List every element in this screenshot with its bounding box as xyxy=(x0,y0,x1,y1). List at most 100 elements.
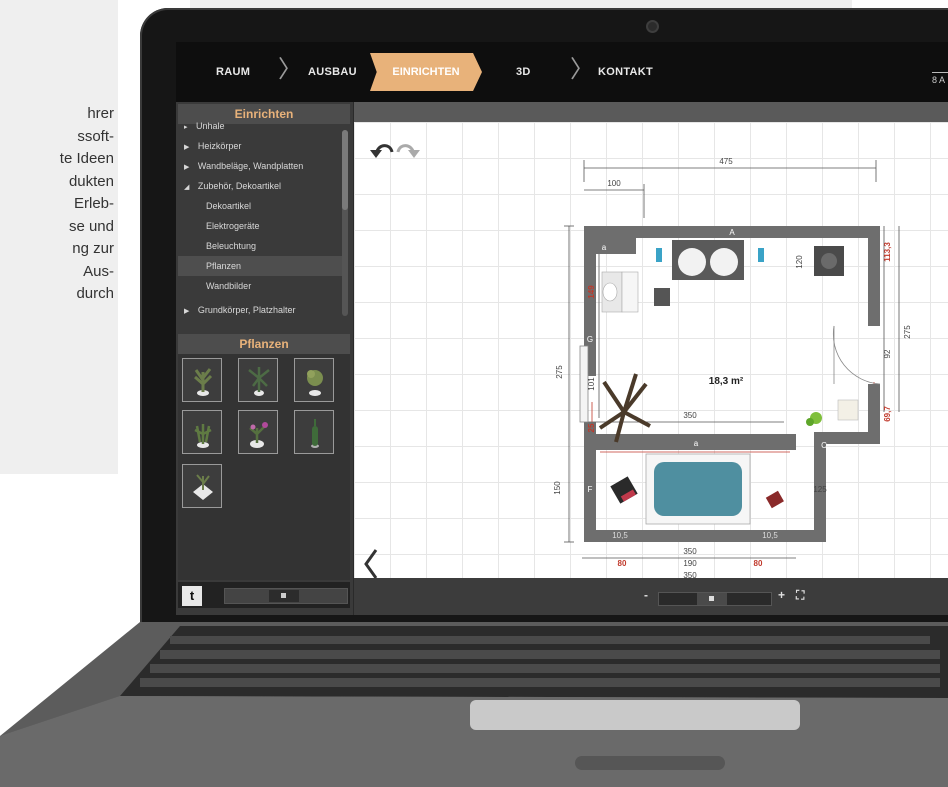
tree-item-beleuchtung[interactable]: Beleuchtung xyxy=(178,236,342,256)
hinge-groove xyxy=(575,756,725,770)
tree-item-heizkoerper[interactable]: ▶ Heizkörper xyxy=(178,136,342,156)
undo-icon[interactable] xyxy=(370,144,394,158)
plant-thumb[interactable] xyxy=(238,358,278,402)
zoom-out-icon[interactable]: - xyxy=(644,588,648,602)
dim-w120: 120 xyxy=(795,255,804,269)
dim-right-275: 275 xyxy=(903,325,912,339)
dim-mid-350: 350 xyxy=(683,411,697,420)
tree-item-unhale[interactable]: ▸ Unhale xyxy=(178,122,342,136)
potted-plant-icon xyxy=(193,474,213,500)
app-screen: RAUM 〉 AUSBAU EINRICHTEN 3D 〉 KONTAKT 8 … xyxy=(176,42,948,615)
dim-right-113: 113,3 xyxy=(883,242,892,262)
zoom-slider[interactable] xyxy=(658,592,772,606)
wall-label-c: C xyxy=(821,441,827,450)
canvas-toolbar: - + ⛶ xyxy=(354,578,948,615)
dim-left-149: 149 xyxy=(587,285,596,299)
thumb-size-slider[interactable] xyxy=(224,588,348,604)
potted-plant-icon xyxy=(248,367,270,396)
nav-step-raum[interactable]: RAUM xyxy=(216,42,250,102)
slider-knob[interactable] xyxy=(269,590,299,602)
dim-left-101: 101 xyxy=(587,377,596,391)
tree-scrollbar[interactable] xyxy=(342,130,348,316)
tree-item-label: Beleuchtung xyxy=(206,241,257,251)
fit-screen-icon[interactable]: ⛶ xyxy=(796,588,804,603)
dim-bot-350b: 350 xyxy=(683,571,697,578)
tree-item-wandbelaege[interactable]: ▶ Wandbeläge, Wandplatten xyxy=(178,156,342,176)
nav-step-kontakt[interactable]: KONTAKT xyxy=(598,42,653,102)
info-line: se und xyxy=(68,217,114,235)
tree-item-label: Dekoartikel xyxy=(206,201,252,211)
floor-plan: 475 100 275 149 101 25 150 113,3 92 275 … xyxy=(364,144,912,578)
tool-t-button[interactable]: t xyxy=(182,586,202,606)
tree-item-wandbilder[interactable]: Wandbilder xyxy=(178,276,342,296)
info-panel: hrer ssoft- te Ideen dukten Erleb- se un… xyxy=(0,0,118,474)
tree-item-label: Heizkörper xyxy=(197,141,242,151)
tree-item-label: Unhale xyxy=(196,122,225,131)
room-area: 18,3 m² xyxy=(709,376,744,387)
palm-plant xyxy=(598,373,651,443)
wall-label-g: G xyxy=(587,335,593,344)
info-line: Erleb- xyxy=(73,195,114,212)
tree-item-label: Zubehör, Dekoartikel xyxy=(197,181,281,191)
nav-step-einrichten-label: EINRICHTEN xyxy=(392,66,460,78)
info-line: ssoft- xyxy=(77,127,114,145)
dim-small-b: 10,5 xyxy=(762,531,778,540)
nav-step-3d[interactable]: 3D xyxy=(516,42,531,102)
potted-plant-icon xyxy=(249,422,268,448)
nav-step-einrichten[interactable]: EINRICHTEN xyxy=(370,53,482,91)
tree-item-zubehoer[interactable]: ◢ Zubehör, Dekoartikel xyxy=(178,176,342,196)
wall-label-f: F xyxy=(588,485,593,494)
tree-item-label: Elektrogeräte xyxy=(206,221,260,231)
nav-right-label: 8 A xyxy=(932,72,948,85)
wall-label-small: a xyxy=(694,439,699,448)
potted-plant-icon xyxy=(194,368,213,396)
plant-thumb[interactable] xyxy=(182,464,222,508)
tree-item-grundkoerper[interactable]: ▶ Grundkörper, Platzhalter xyxy=(178,300,342,320)
dim-top-total: 475 xyxy=(719,157,733,166)
webcam-icon xyxy=(646,20,659,33)
info-line: ng zur xyxy=(72,240,114,257)
dim-small-a: 10,5 xyxy=(612,531,628,540)
tree-item-label: Pflanzen xyxy=(206,261,242,271)
tree-marker: ◢ xyxy=(184,184,190,191)
step-navigation: RAUM 〉 AUSBAU EINRICHTEN 3D 〉 KONTAKT 8 … xyxy=(176,42,948,102)
tree-marker: ▶ xyxy=(184,308,190,315)
dim-bot-350a: 350 xyxy=(683,547,697,556)
zoom-in-icon[interactable]: + xyxy=(778,588,785,602)
chevron-right-icon: 〉 xyxy=(570,56,594,83)
canvas-header xyxy=(354,102,948,122)
sidebar-title: Einrichten xyxy=(178,104,350,124)
dim-left-25: 25 xyxy=(587,423,596,432)
dim-bot-190: 190 xyxy=(683,559,697,568)
dim-r125: 125 xyxy=(813,485,827,494)
dim-right-92: 92 xyxy=(883,349,892,358)
chevron-left-icon[interactable] xyxy=(364,549,378,578)
info-line: te Ideen xyxy=(59,150,114,167)
scrollbar-thumb[interactable] xyxy=(342,130,348,210)
plant-thumb[interactable] xyxy=(238,410,278,454)
potted-plant-icon xyxy=(194,424,212,448)
plant-thumb[interactable] xyxy=(294,358,334,402)
info-line: durch xyxy=(76,285,114,302)
wall-label-a: A xyxy=(729,228,735,237)
plant-thumbnails xyxy=(178,354,350,580)
info-line: Aus- xyxy=(83,262,114,280)
door-swing xyxy=(833,325,881,385)
plant-thumb[interactable] xyxy=(182,410,222,454)
chevron-right-icon: 〉 xyxy=(278,56,302,83)
tree-item-pflanzen[interactable]: Pflanzen xyxy=(178,256,342,276)
nav-step-ausbau[interactable]: AUSBAU xyxy=(308,42,357,102)
dim-bot-80a: 80 xyxy=(618,559,627,568)
dim-top-left: 100 xyxy=(607,179,621,188)
floor-plan-canvas[interactable]: 475 100 275 149 101 25 150 113,3 92 275 … xyxy=(354,122,948,578)
plant-thumb[interactable] xyxy=(182,358,222,402)
plant-thumb[interactable] xyxy=(294,410,334,454)
tree-item-dekoartikel[interactable]: Dekoartikel xyxy=(178,196,342,216)
zoom-knob[interactable] xyxy=(697,593,727,605)
dim-left-275: 275 xyxy=(555,365,564,379)
laptop-base xyxy=(0,622,948,787)
potted-plant-icon xyxy=(307,370,323,396)
redo-icon[interactable] xyxy=(396,144,420,158)
info-line: hrer xyxy=(87,105,114,122)
tree-item-elektrogeraete[interactable]: Elektrogeräte xyxy=(178,216,342,236)
